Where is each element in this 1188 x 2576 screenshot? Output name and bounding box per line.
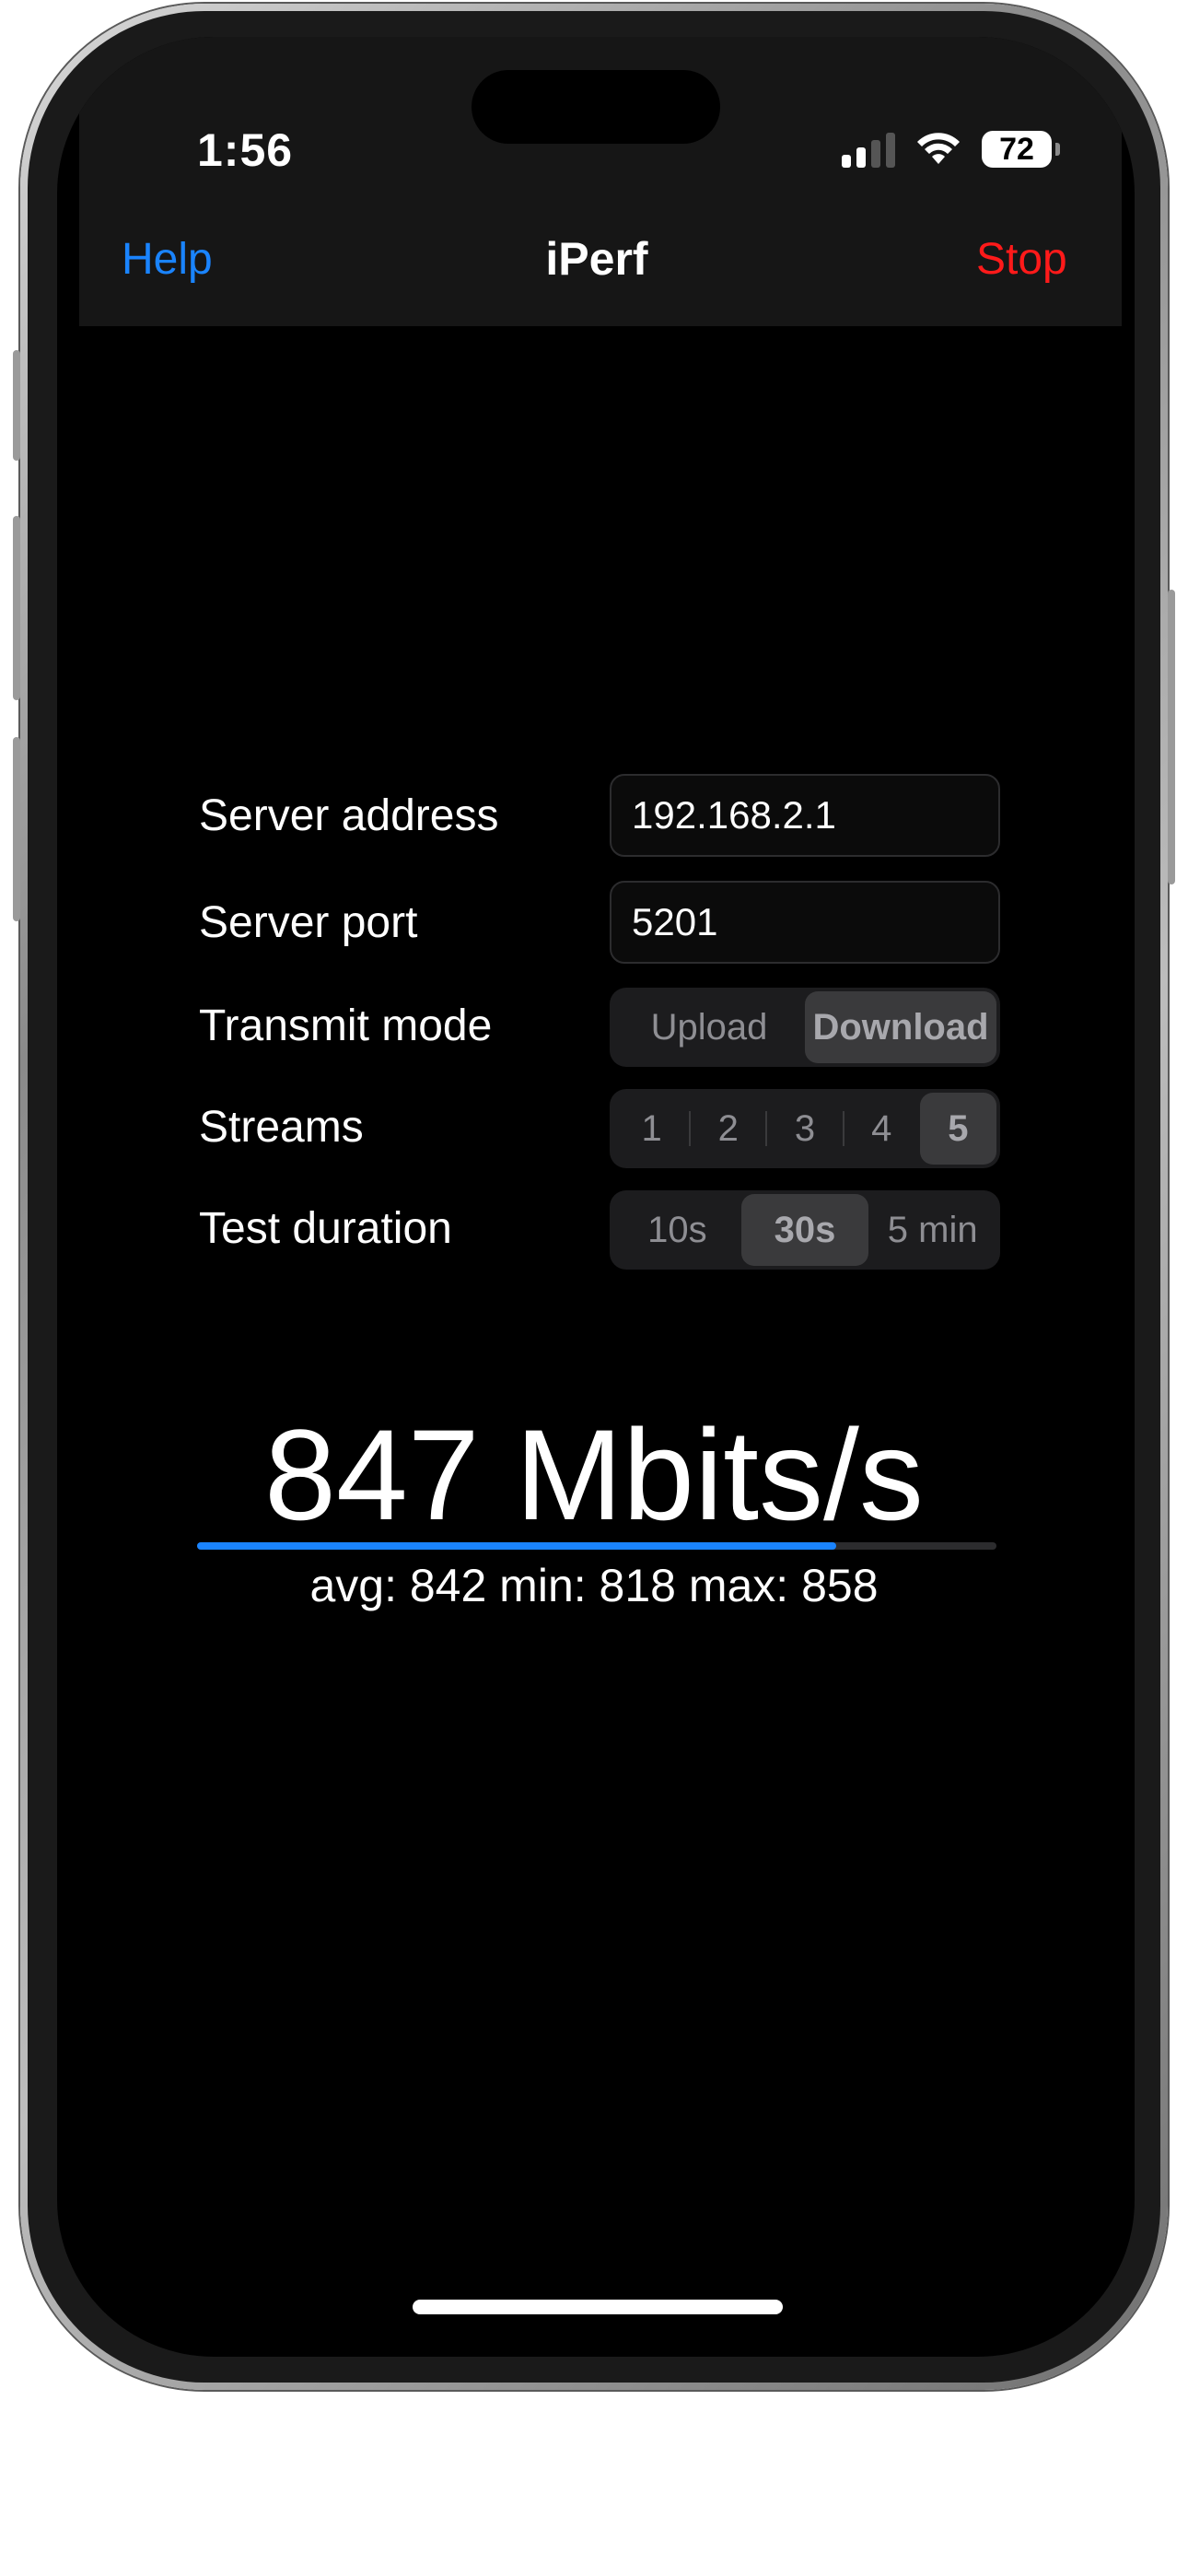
segment-download[interactable]: Download: [805, 991, 996, 1063]
segment-streams-1[interactable]: 1: [613, 1093, 690, 1165]
server-address-label: Server address: [199, 791, 499, 840]
transmit-mode-label: Transmit mode: [199, 1001, 493, 1050]
status-icons: 72: [842, 127, 1060, 171]
power-button: [1168, 590, 1175, 884]
dynamic-island: [472, 70, 720, 144]
status-time: 1:56: [197, 124, 294, 176]
transmit-mode-segmented-control: Upload Download: [610, 988, 1000, 1067]
segment-streams-5[interactable]: 5: [919, 1093, 997, 1165]
test-duration-segmented-control: 10s 30s 5 min: [610, 1190, 1000, 1270]
cellular-signal-icon: [842, 131, 895, 168]
streams-segmented-control: 1 2 3 4 5: [610, 1089, 1000, 1168]
home-indicator: [413, 2300, 783, 2314]
segment-streams-2[interactable]: 2: [689, 1093, 766, 1165]
page-title: iPerf: [545, 233, 648, 285]
segment-duration-30s[interactable]: 30s: [740, 1194, 869, 1266]
speed-stats: avg: 842 min: 818 max: 858: [309, 1560, 879, 1611]
volume-up-button: [13, 516, 20, 700]
action-button: [13, 350, 20, 461]
server-port-label: Server port: [199, 898, 418, 947]
volume-down-button: [13, 737, 20, 921]
progress-bar-fill: [197, 1542, 837, 1550]
wifi-icon: [917, 133, 960, 164]
segment-streams-3[interactable]: 3: [765, 1093, 843, 1165]
segment-upload[interactable]: Upload: [613, 991, 805, 1063]
battery-icon: 72: [982, 131, 1060, 168]
segment-streams-4[interactable]: 4: [842, 1093, 920, 1165]
segment-duration-5min[interactable]: 5 min: [868, 1194, 996, 1266]
speed-readout: 847 Mbits/s: [264, 1402, 924, 1547]
server-port-field[interactable]: 5201: [610, 881, 1000, 964]
segment-duration-10s[interactable]: 10s: [613, 1194, 741, 1266]
server-address-field[interactable]: 192.168.2.1: [610, 774, 1000, 857]
page: 1:56 72 Help iPerf Stop Server address 1…: [0, 0, 1188, 2576]
screen: 1:56 72 Help iPerf Stop Server address 1…: [57, 37, 1135, 2357]
test-duration-label: Test duration: [199, 1204, 452, 1253]
progress-bar: [197, 1542, 996, 1550]
streams-label: Streams: [199, 1103, 364, 1152]
stop-button[interactable]: Stop: [976, 234, 1067, 285]
